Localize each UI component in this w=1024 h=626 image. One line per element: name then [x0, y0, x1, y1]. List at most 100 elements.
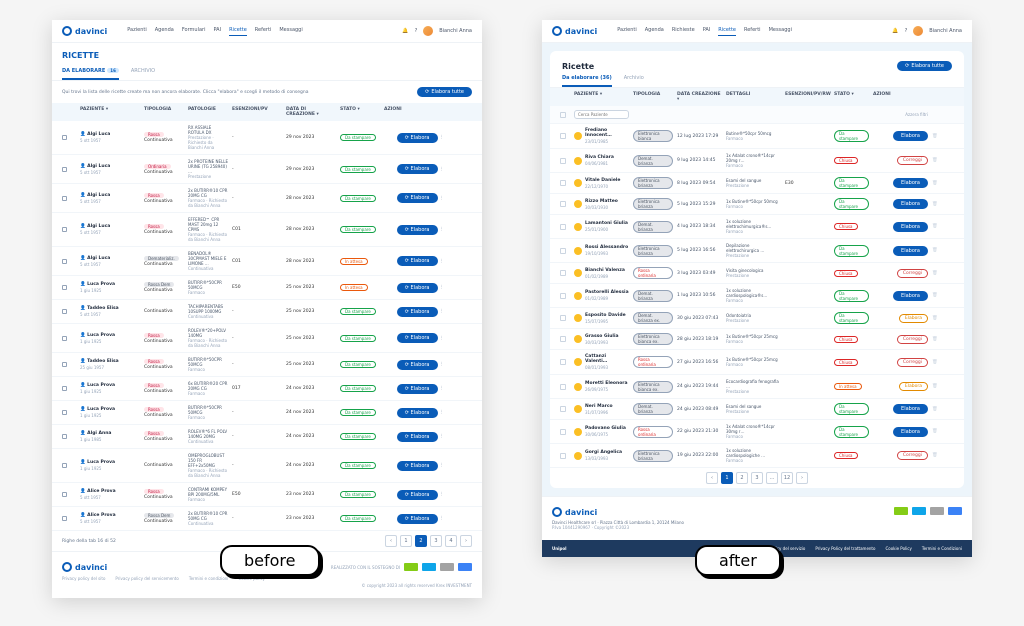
page-button[interactable]: 3 [751, 472, 763, 484]
row-checkbox[interactable] [560, 293, 566, 299]
delete-icon[interactable]: 🗑 [932, 181, 942, 186]
help-icon[interactable]: ? [905, 28, 908, 34]
row-checkbox[interactable] [560, 406, 566, 412]
nav-item[interactable]: Ricette [229, 27, 247, 36]
process-button[interactable]: ⟳ Elabora [397, 133, 438, 143]
search-input[interactable] [574, 110, 629, 119]
row-checkbox[interactable] [560, 180, 566, 186]
row-checkbox[interactable] [560, 315, 566, 321]
page-button[interactable]: ‹ [706, 472, 718, 484]
nav-item[interactable]: Pazienti [127, 27, 146, 36]
nav-item[interactable]: PAI [703, 27, 711, 36]
tab-archive[interactable]: Archivio [624, 75, 644, 87]
page-button[interactable]: … [766, 472, 778, 484]
process-button[interactable]: ⟳ Elabora [397, 256, 438, 266]
process-button[interactable]: ⟳ Elabora [397, 193, 438, 203]
more-icon[interactable]: ⋮ [440, 196, 445, 201]
delete-icon[interactable]: 🗑 [932, 158, 942, 163]
row-checkbox[interactable] [560, 248, 566, 254]
bell-icon[interactable]: 🔔 [892, 28, 898, 34]
footer-link[interactable]: Privacy policy del sito [62, 576, 105, 581]
action-button[interactable]: Elabora [899, 382, 928, 391]
tab-archive[interactable]: ARCHIVIO [131, 68, 155, 80]
more-icon[interactable]: ⋮ [440, 362, 445, 367]
nav-item[interactable]: Messaggi [769, 27, 792, 36]
footer-link[interactable]: Privacy policy del servicemento [115, 576, 178, 581]
action-button[interactable]: Correggi [897, 335, 928, 344]
action-button[interactable]: Elabora [893, 246, 928, 256]
process-button[interactable]: ⟳ Elabora [397, 164, 438, 174]
footer-link[interactable]: Termini e condizioni [189, 576, 229, 581]
clear-filters[interactable]: Azzera filtri [873, 112, 928, 117]
page-button[interactable]: 1 [400, 535, 412, 547]
process-button[interactable]: ⟳ Elabora [397, 461, 438, 471]
more-icon[interactable]: ⋮ [440, 434, 445, 439]
page-button[interactable]: ‹ [385, 535, 397, 547]
more-icon[interactable]: ⋮ [440, 463, 445, 468]
delete-icon[interactable]: 🗑 [932, 316, 942, 321]
row-checkbox[interactable] [560, 336, 566, 342]
footer-link[interactable]: Termini e Condizioni [922, 546, 962, 551]
delete-icon[interactable]: 🗑 [932, 453, 942, 458]
process-button[interactable]: ⟳ Elabora [397, 225, 438, 235]
page-button[interactable]: 2 [736, 472, 748, 484]
row-checkbox[interactable] [560, 224, 566, 230]
process-all-button[interactable]: ⟳ Elabora tutte [417, 87, 472, 97]
footer-link[interactable]: Cookie policy [238, 576, 265, 581]
more-icon[interactable]: ⋮ [440, 336, 445, 341]
process-button[interactable]: ⟳ Elabora [397, 490, 438, 500]
more-icon[interactable]: ⋮ [440, 259, 445, 264]
nav-item[interactable]: Pazienti [617, 27, 636, 36]
process-button[interactable]: ⟳ Elabora [397, 283, 438, 293]
delete-icon[interactable]: 🗑 [932, 202, 942, 207]
delete-icon[interactable]: 🗑 [932, 224, 942, 229]
row-checkbox[interactable] [560, 429, 566, 435]
process-button[interactable]: ⟳ Elabora [397, 432, 438, 442]
action-button[interactable]: Elabora [893, 178, 928, 188]
row-checkbox[interactable] [560, 453, 566, 459]
tab-to-process[interactable]: DA ELABORARE16 [62, 68, 119, 80]
nav-item[interactable]: PAI [213, 27, 221, 36]
row-checkbox[interactable] [560, 201, 566, 207]
nav-item[interactable]: Messaggi [279, 27, 302, 36]
more-icon[interactable]: ⋮ [440, 285, 445, 290]
tab-to-process[interactable]: Da elaborare (36) [562, 75, 612, 87]
avatar[interactable] [423, 26, 433, 36]
more-icon[interactable]: ⋮ [440, 135, 445, 140]
row-checkbox[interactable] [560, 158, 566, 164]
page-button[interactable]: 2 [415, 535, 427, 547]
more-icon[interactable]: ⋮ [440, 386, 445, 391]
footer-link[interactable]: Privacy Policy del trattamento [815, 546, 875, 551]
action-button[interactable]: Correggi [897, 451, 928, 460]
action-button[interactable]: Elabora [893, 427, 928, 437]
process-button[interactable]: ⟳ Elabora [397, 333, 438, 343]
more-icon[interactable]: ⋮ [440, 227, 445, 232]
process-button[interactable]: ⟳ Elabora [397, 514, 438, 524]
page-button[interactable]: › [460, 535, 472, 547]
action-button[interactable]: Elabora [893, 131, 928, 141]
delete-icon[interactable]: 🗑 [932, 407, 942, 412]
nav-item[interactable]: Agenda [155, 27, 174, 36]
action-button[interactable]: Correggi [897, 269, 928, 278]
page-button[interactable]: 4 [445, 535, 457, 547]
process-button[interactable]: ⟳ Elabora [397, 384, 438, 394]
action-button[interactable]: Correggi [897, 358, 928, 367]
row-checkbox[interactable] [560, 133, 566, 139]
more-icon[interactable]: ⋮ [440, 492, 445, 497]
nav-item[interactable]: Referti [255, 27, 272, 36]
process-button[interactable]: ⟳ Elabora [397, 360, 438, 370]
help-icon[interactable]: ? [415, 28, 418, 34]
avatar[interactable] [913, 26, 923, 36]
process-button[interactable]: ⟳ Elabora [397, 408, 438, 418]
page-button[interactable]: › [796, 472, 808, 484]
nav-item[interactable]: Richieste [672, 27, 695, 36]
row-checkbox[interactable] [560, 359, 566, 365]
process-all-button[interactable]: ⟳ Elabora tutte [897, 61, 952, 71]
delete-icon[interactable]: 🗑 [932, 384, 942, 389]
delete-icon[interactable]: 🗑 [932, 337, 942, 342]
nav-item[interactable]: Formulari [182, 27, 206, 36]
delete-icon[interactable]: 🗑 [932, 360, 942, 365]
delete-icon[interactable]: 🗑 [932, 429, 942, 434]
action-button[interactable]: Correggi [897, 156, 928, 165]
delete-icon[interactable]: 🗑 [932, 293, 942, 298]
